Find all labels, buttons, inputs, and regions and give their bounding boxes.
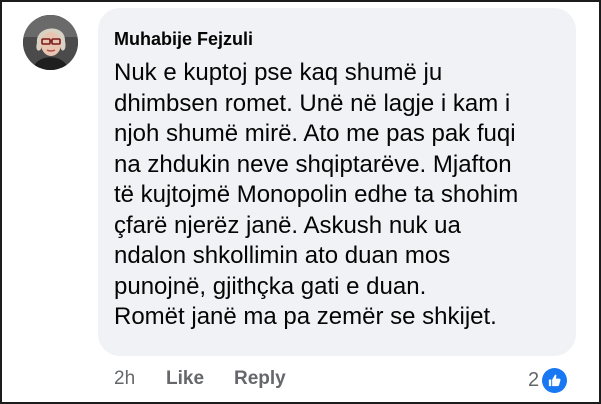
comment-line: çfarë njerëz janë. Askush nuk ua: [114, 211, 461, 239]
like-button[interactable]: Like: [166, 368, 204, 390]
reaction-count: 2: [528, 368, 540, 391]
like-icon: [542, 367, 568, 393]
author-name[interactable]: Muhabije Fejzuli: [114, 29, 253, 50]
comment-line: njoh shumë mirë. Ato me pas pak fuqi: [114, 120, 516, 147]
comment-line: të kujtojmë Monopolin edhe ta shohim: [114, 181, 519, 208]
timestamp[interactable]: 2h: [114, 368, 135, 390]
comment-line: punojnë, gjithçka gati e duan.: [114, 272, 427, 300]
comment-frame: Muhabije Fejzuli Nuk e kuptoj pse kaq sh…: [0, 0, 601, 404]
reactions-summary[interactable]: 2: [528, 366, 568, 394]
avatar[interactable]: [23, 15, 78, 70]
comment-line: Romët janë ma pa zemër se shkijet.: [114, 303, 497, 330]
comment-line: ndalon shkollimin ato duan mos: [114, 242, 451, 269]
comment-line: na zhdukin neve shqiptarëve. Mjafton: [114, 150, 512, 178]
avatar-image: [23, 15, 78, 70]
comment-text: Nuk e kuptoj pse kaq shumë ju dhimbsen r…: [114, 58, 569, 333]
reply-button[interactable]: Reply: [234, 368, 286, 390]
comment-line: dhimbsen romet. Unë në lagje i kam i: [114, 89, 511, 117]
comment-line: Nuk e kuptoj pse kaq shumë ju: [114, 59, 443, 86]
